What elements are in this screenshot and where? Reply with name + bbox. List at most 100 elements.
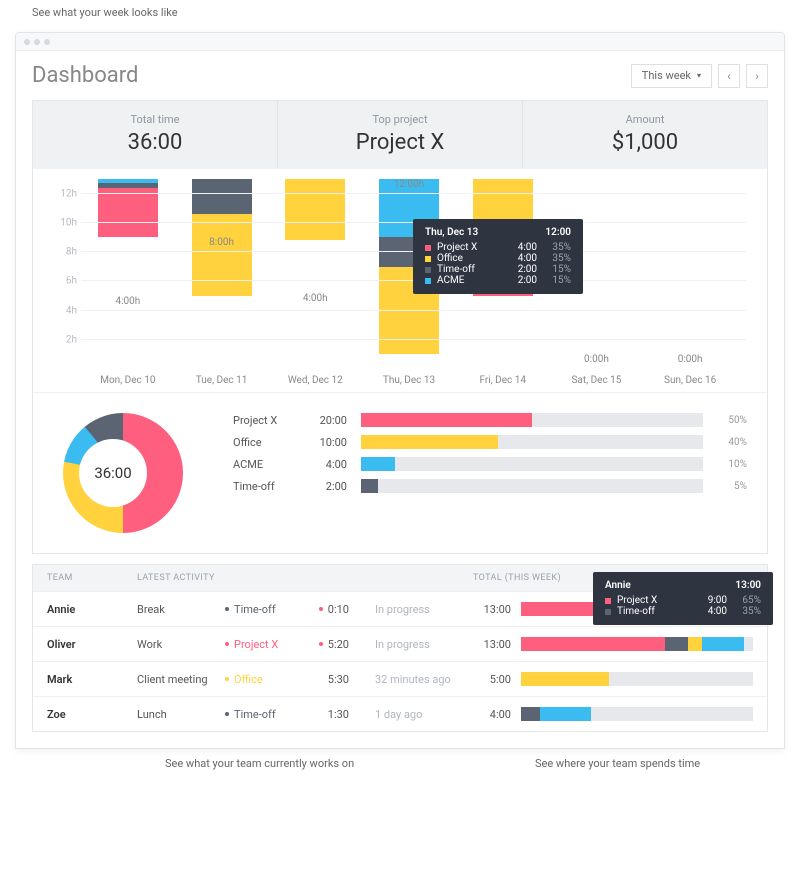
color-dot-icon <box>225 712 229 716</box>
prev-button[interactable]: ‹ <box>718 64 740 88</box>
y-tick: 12h <box>60 188 77 199</box>
y-tick: 6h <box>66 276 77 287</box>
project-row[interactable]: Project X 20:00 50% <box>233 413 747 427</box>
team-row[interactable]: Oliver Work Project X 5:20 In progress 1… <box>33 626 767 661</box>
bar-column[interactable]: 0:00h <box>643 179 737 369</box>
project-row[interactable]: Time-off 2:00 5% <box>233 479 747 493</box>
bar-value-label: 12:00h <box>394 179 424 190</box>
color-dot-icon <box>225 607 229 611</box>
stat-value: 36:00 <box>33 130 277 155</box>
project-bar <box>361 479 703 493</box>
project-row[interactable]: Office 10:00 40% <box>233 435 747 449</box>
x-tick-label: Fri, Dec 14 <box>456 375 550 386</box>
next-button[interactable]: › <box>746 64 768 88</box>
running-dot-icon <box>319 607 323 611</box>
project-percent: 10% <box>717 459 747 470</box>
donut-center-label: 36:00 <box>79 439 147 507</box>
bar-value-label: 8:00h <box>209 237 234 248</box>
bar-column[interactable]: 4:00h <box>268 179 362 369</box>
y-axis: 2h4h6h8h10h12h <box>53 179 81 369</box>
stat-value: Project X <box>278 130 522 155</box>
activity-time: 0:10 <box>303 603 349 616</box>
activity-desc: Client meeting <box>137 673 217 686</box>
team-member-name: Mark <box>47 673 137 686</box>
date-range-label: This week <box>642 69 691 82</box>
bar-value-label: 0:00h <box>678 354 703 365</box>
dashboard-header: Dashboard This week ▾ ‹ › <box>16 51 784 100</box>
x-tick-label: Thu, Dec 13 <box>362 375 456 386</box>
stat-amount: Amount $1,000 <box>523 101 767 169</box>
x-tick-label: Mon, Dec 10 <box>81 375 175 386</box>
activity-desc: Break <box>137 603 217 616</box>
project-name: Office <box>233 436 293 449</box>
x-tick-label: Sun, Dec 16 <box>643 375 737 386</box>
stat-top-project: Top project Project X <box>278 101 523 169</box>
activity-status: 1 day ago <box>375 708 422 721</box>
team-bar <box>521 637 753 651</box>
activity-time: 5:20 <box>303 638 349 651</box>
app-window: Dashboard This week ▾ ‹ › Total time 36:… <box>15 32 785 749</box>
project-time: 4:00 <box>307 458 347 471</box>
bars-container: 4:00h8:00h4:00h12:00h8:00h0:00h0:00h <box>81 179 737 369</box>
project-name: Project X <box>233 414 293 427</box>
project-time: 20:00 <box>307 414 347 427</box>
team-total: 4:00 <box>473 707 753 721</box>
team-bar <box>521 707 753 721</box>
bar-segment <box>192 179 252 214</box>
annotation-bottom-left: See what your team currently works on <box>15 757 505 770</box>
annotation-bottom-right: See where your team spends time <box>505 757 785 770</box>
traffic-dot-icon <box>24 39 30 45</box>
team-activity: Lunch Time-off 1:30 1 day ago <box>137 708 473 721</box>
stat-total-time: Total time 36:00 <box>33 101 278 169</box>
project-bar <box>361 413 703 427</box>
bar-segment <box>98 188 158 238</box>
activity-project: Office <box>225 673 295 686</box>
chevron-right-icon: › <box>755 69 759 83</box>
activity-project: Time-off <box>225 603 295 616</box>
team-bar <box>521 672 753 686</box>
team-member-name: Oliver <box>47 638 137 651</box>
summary-panel: Total time 36:00 Top project Project X A… <box>32 100 768 554</box>
bar-column[interactable]: 8:00h <box>175 179 269 369</box>
stat-value: $1,000 <box>523 130 767 155</box>
stat-label: Total time <box>33 113 277 126</box>
stat-label: Amount <box>523 113 767 126</box>
running-dot-icon <box>319 642 323 646</box>
project-percent: 40% <box>717 437 747 448</box>
team-tooltip: Annie13:00Project X9:0065%Time-off4:0035… <box>593 572 773 625</box>
bar-value-label: 4:00h <box>303 293 328 304</box>
activity-time: 5:30 <box>303 673 349 686</box>
project-bar <box>361 435 703 449</box>
stat-label: Top project <box>278 113 522 126</box>
team-row[interactable]: Annie Break Time-off 0:10 In progress 13… <box>33 591 767 626</box>
col-header-activity: LATEST ACTIVITY <box>137 573 473 583</box>
color-dot-icon <box>225 642 229 646</box>
y-tick: 2h <box>66 334 77 345</box>
y-tick: 4h <box>66 305 77 316</box>
activity-desc: Lunch <box>137 708 217 721</box>
x-tick-label: Tue, Dec 11 <box>175 375 269 386</box>
bar-value-label: 0:00h <box>584 354 609 365</box>
color-dot-icon <box>225 677 229 681</box>
team-row[interactable]: Zoe Lunch Time-off 1:30 1 day ago 4:00 <box>33 696 767 731</box>
bar-segment <box>285 179 345 240</box>
stats-row: Total time 36:00 Top project Project X A… <box>33 101 767 169</box>
project-bar <box>361 457 703 471</box>
activity-project: Time-off <box>225 708 295 721</box>
project-row[interactable]: ACME 4:00 10% <box>233 457 747 471</box>
bottom-annotations: See what your team currently works on Se… <box>15 757 785 770</box>
project-percent: 50% <box>717 415 747 426</box>
bar-tooltip: Thu, Dec 1312:00Project X4:0035%Office4:… <box>413 219 583 294</box>
project-time: 10:00 <box>307 436 347 449</box>
date-range-dropdown[interactable]: This week ▾ <box>631 64 712 88</box>
team-row[interactable]: Mark Client meeting Office 5:30 32 minut… <box>33 661 767 696</box>
project-name: ACME <box>233 458 293 471</box>
traffic-dot-icon <box>44 39 50 45</box>
activity-status: 32 minutes ago <box>375 673 451 686</box>
page-title: Dashboard <box>32 63 138 88</box>
breakdown-panel: 36:00 Project X 20:00 50% Office 10:00 4… <box>33 392 767 553</box>
chevron-left-icon: ‹ <box>727 69 731 83</box>
bar-column[interactable]: 4:00h <box>81 179 175 369</box>
team-panel: TEAM LATEST ACTIVITY TOTAL (THIS WEEK) A… <box>32 564 768 732</box>
col-header-team: TEAM <box>47 573 137 583</box>
